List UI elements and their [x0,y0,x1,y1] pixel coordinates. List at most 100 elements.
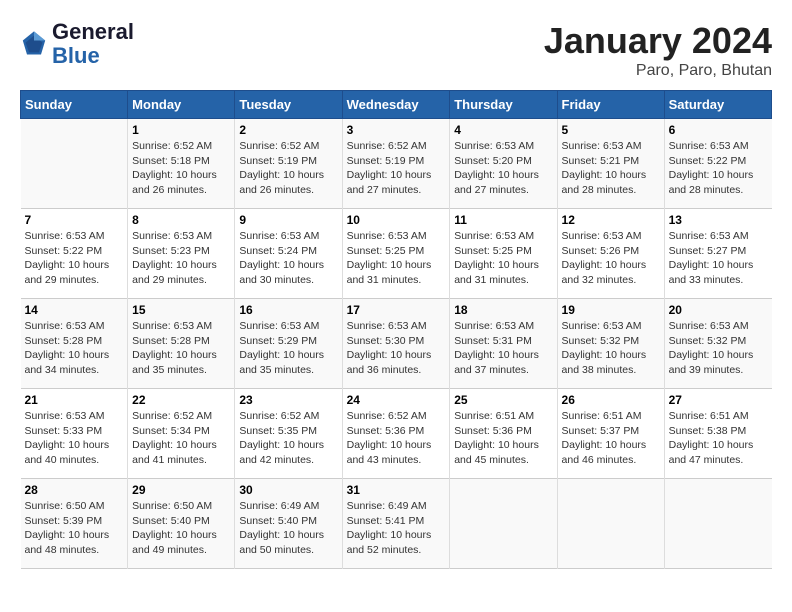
day-info: Sunrise: 6:53 AMSunset: 5:25 PMDaylight:… [347,229,446,288]
calendar-cell: 24Sunrise: 6:52 AMSunset: 5:36 PMDayligh… [342,389,450,479]
calendar-table: Sunday Monday Tuesday Wednesday Thursday… [20,90,772,569]
calendar-cell: 28 Sunrise: 6:50 AMSunset: 5:39 PMDayligh… [21,479,128,569]
day-number: 1 [132,123,230,137]
calendar-cell: 1 Sunrise: 6:52 AMSunset: 5:18 PMDaylight… [128,119,235,209]
day-number: 20 [669,303,768,317]
day-number: 12 [562,213,660,227]
day-number: 29 [132,483,230,497]
calendar-cell: 2 Sunrise: 6:52 AMSunset: 5:19 PMDaylight… [235,119,342,209]
day-info: Sunrise: 6:53 AMSunset: 5:32 PMDaylight:… [562,319,660,378]
calendar-cell: 23 Sunrise: 6:52 AMSunset: 5:35 PMDayligh… [235,389,342,479]
calendar-cell: 6 Sunrise: 6:53 AMSunset: 5:22 PMDaylight… [664,119,771,209]
day-number: 9 [239,213,337,227]
day-number: 3 [347,123,446,137]
day-info: Sunrise: 6:53 AMSunset: 5:24 PMDaylight:… [239,229,337,288]
day-info: Sunrise: 6:53 AMSunset: 5:25 PMDaylight:… [454,229,552,288]
day-info: Sunrise: 6:53 AMSunset: 5:30 PMDaylight:… [347,319,446,378]
day-info: Sunrise: 6:52 AMSunset: 5:19 PMDaylight:… [347,139,446,198]
day-info: Sunrise: 6:53 AMSunset: 5:32 PMDaylight:… [669,319,768,378]
calendar-cell: 22 Sunrise: 6:52 AMSunset: 5:34 PMDayligh… [128,389,235,479]
day-number: 31 [347,483,446,497]
calendar-cell: 21Sunrise: 6:53 AMSunset: 5:33 PMDayligh… [21,389,128,479]
calendar-header-row: Sunday Monday Tuesday Wednesday Thursday… [21,91,772,119]
day-number: 10 [347,213,446,227]
day-number: 17 [347,303,446,317]
day-number: 19 [562,303,660,317]
day-number: 25 [454,393,552,407]
logo-icon [20,30,48,58]
day-info: Sunrise: 6:53 AMSunset: 5:22 PMDaylight:… [669,139,768,198]
day-info: Sunrise: 6:53 AMSunset: 5:27 PMDaylight:… [669,229,768,288]
calendar-cell [557,479,664,569]
day-number: 13 [669,213,768,227]
calendar-cell: 25 Sunrise: 6:51 AMSunset: 5:36 PMDayligh… [450,389,557,479]
day-number: 8 [132,213,230,227]
calendar-week-row: 21Sunrise: 6:53 AMSunset: 5:33 PMDayligh… [21,389,772,479]
day-number: 28 [25,483,124,497]
calendar-cell [21,119,128,209]
calendar-week-row: 28 Sunrise: 6:50 AMSunset: 5:39 PMDayligh… [21,479,772,569]
day-info: Sunrise: 6:52 AMSunset: 5:18 PMDaylight:… [132,139,230,198]
calendar-cell: 30 Sunrise: 6:49 AMSunset: 5:40 PMDayligh… [235,479,342,569]
calendar-cell: 13 Sunrise: 6:53 AMSunset: 5:27 PMDayligh… [664,209,771,299]
day-number: 27 [669,393,768,407]
day-number: 16 [239,303,337,317]
calendar-cell: 26 Sunrise: 6:51 AMSunset: 5:37 PMDayligh… [557,389,664,479]
calendar-cell: 4Sunrise: 6:53 AMSunset: 5:20 PMDaylight… [450,119,557,209]
day-info: Sunrise: 6:53 AMSunset: 5:23 PMDaylight:… [132,229,230,288]
day-number: 22 [132,393,230,407]
calendar-week-row: 1 Sunrise: 6:52 AMSunset: 5:18 PMDaylight… [21,119,772,209]
day-info: Sunrise: 6:52 AMSunset: 5:35 PMDaylight:… [239,409,337,468]
day-info: Sunrise: 6:50 AMSunset: 5:39 PMDaylight:… [25,499,124,558]
day-info: Sunrise: 6:52 AMSunset: 5:34 PMDaylight:… [132,409,230,468]
col-tuesday: Tuesday [235,91,342,119]
day-number: 21 [25,393,124,407]
calendar-cell [450,479,557,569]
calendar-cell: 8 Sunrise: 6:53 AMSunset: 5:23 PMDaylight… [128,209,235,299]
day-info: Sunrise: 6:51 AMSunset: 5:37 PMDaylight:… [562,409,660,468]
calendar-cell [664,479,771,569]
day-number: 2 [239,123,337,137]
day-info: Sunrise: 6:52 AMSunset: 5:19 PMDaylight:… [239,139,337,198]
logo-text: General Blue [52,20,134,68]
col-wednesday: Wednesday [342,91,450,119]
calendar-cell: 11Sunrise: 6:53 AMSunset: 5:25 PMDayligh… [450,209,557,299]
calendar-week-row: 7Sunrise: 6:53 AMSunset: 5:22 PMDaylight… [21,209,772,299]
day-number: 30 [239,483,337,497]
day-number: 26 [562,393,660,407]
day-info: Sunrise: 6:53 AMSunset: 5:29 PMDaylight:… [239,319,337,378]
col-friday: Friday [557,91,664,119]
page-title: January 2024 [544,20,772,62]
calendar-cell: 7Sunrise: 6:53 AMSunset: 5:22 PMDaylight… [21,209,128,299]
day-info: Sunrise: 6:53 AMSunset: 5:22 PMDaylight:… [25,229,124,288]
day-info: Sunrise: 6:53 AMSunset: 5:28 PMDaylight:… [25,319,124,378]
calendar-cell: 3 Sunrise: 6:52 AMSunset: 5:19 PMDaylight… [342,119,450,209]
page-subtitle: Paro, Paro, Bhutan [544,62,772,80]
day-info: Sunrise: 6:53 AMSunset: 5:31 PMDaylight:… [454,319,552,378]
day-number: 24 [347,393,446,407]
calendar-cell: 27Sunrise: 6:51 AMSunset: 5:38 PMDayligh… [664,389,771,479]
day-number: 6 [669,123,768,137]
page-header: General Blue January 2024 Paro, Paro, Bh… [20,20,772,80]
col-saturday: Saturday [664,91,771,119]
calendar-cell: 17 Sunrise: 6:53 AMSunset: 5:30 PMDayligh… [342,299,450,389]
logo: General Blue [20,20,134,68]
calendar-cell: 10 Sunrise: 6:53 AMSunset: 5:25 PMDayligh… [342,209,450,299]
calendar-cell: 31Sunrise: 6:49 AMSunset: 5:41 PMDayligh… [342,479,450,569]
day-info: Sunrise: 6:53 AMSunset: 5:28 PMDaylight:… [132,319,230,378]
day-info: Sunrise: 6:51 AMSunset: 5:36 PMDaylight:… [454,409,552,468]
day-info: Sunrise: 6:50 AMSunset: 5:40 PMDaylight:… [132,499,230,558]
calendar-cell: 29 Sunrise: 6:50 AMSunset: 5:40 PMDayligh… [128,479,235,569]
calendar-cell: 20 Sunrise: 6:53 AMSunset: 5:32 PMDayligh… [664,299,771,389]
calendar-cell: 18Sunrise: 6:53 AMSunset: 5:31 PMDayligh… [450,299,557,389]
calendar-cell: 16 Sunrise: 6:53 AMSunset: 5:29 PMDayligh… [235,299,342,389]
calendar-week-row: 14 Sunrise: 6:53 AMSunset: 5:28 PMDayligh… [21,299,772,389]
calendar-cell: 5Sunrise: 6:53 AMSunset: 5:21 PMDaylight… [557,119,664,209]
day-number: 4 [454,123,552,137]
day-info: Sunrise: 6:49 AMSunset: 5:40 PMDaylight:… [239,499,337,558]
col-thursday: Thursday [450,91,557,119]
day-number: 14 [25,303,124,317]
day-number: 15 [132,303,230,317]
day-info: Sunrise: 6:53 AMSunset: 5:21 PMDaylight:… [562,139,660,198]
day-number: 23 [239,393,337,407]
